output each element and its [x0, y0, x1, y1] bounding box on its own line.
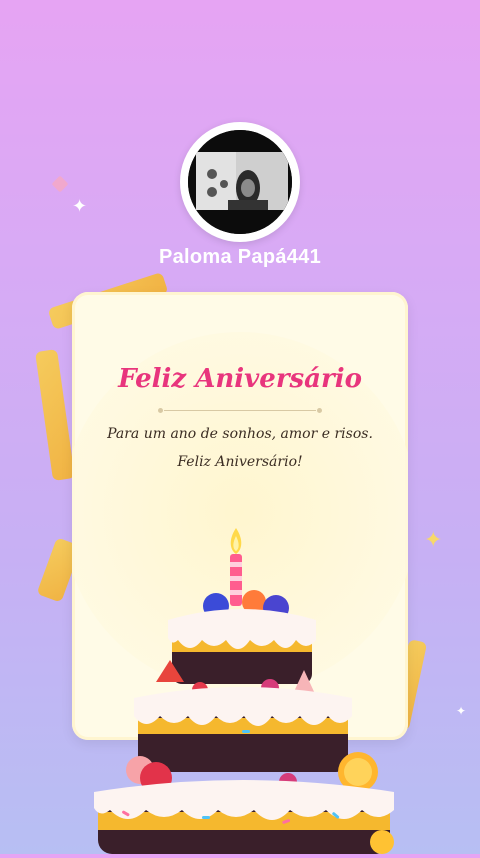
- title-divider: [158, 408, 322, 413]
- sparkle-icon: ✦: [424, 528, 443, 553]
- sparkle-icon: ✦: [72, 196, 88, 217]
- card-message-line-1: Para um ano de sonhos, amor e risos.: [107, 426, 373, 442]
- profile-avatar[interactable]: [180, 122, 300, 242]
- gold-ribbon-decoration: [35, 349, 75, 481]
- card-title: Feliz Aniversário: [118, 364, 362, 394]
- birthday-cake-icon: [82, 520, 402, 854]
- sparkle-icon: ✦: [456, 704, 467, 718]
- card-message-line-2: Feliz Aniversário!: [177, 454, 303, 470]
- candle-icon: [230, 528, 242, 606]
- pink-diamond-decoration: [51, 175, 69, 193]
- profile-name: Paloma Papá441: [158, 246, 322, 268]
- avatar-photo: [188, 130, 292, 234]
